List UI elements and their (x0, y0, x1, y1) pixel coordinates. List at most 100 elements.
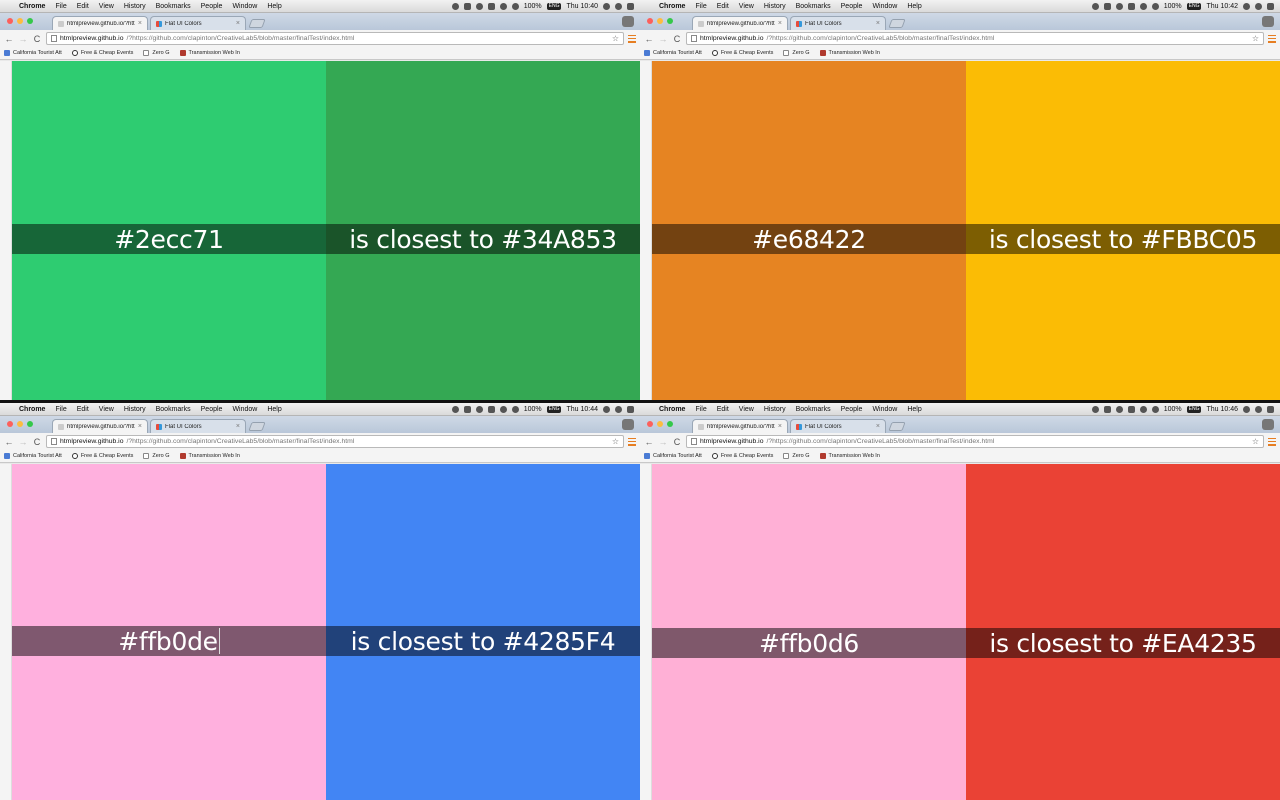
new-tab-button[interactable] (888, 422, 906, 431)
menu-help[interactable]: Help (262, 406, 286, 413)
address-bar[interactable]: htmlpreview.github.io/?https://github.co… (46, 435, 624, 448)
menu-edit[interactable]: Edit (712, 3, 734, 10)
reload-button[interactable]: C (672, 34, 682, 44)
time-machine-icon[interactable] (1139, 2, 1147, 10)
tab-flat-ui-colors[interactable]: Flat UI Colors × (150, 419, 246, 433)
menu-view[interactable]: View (734, 406, 759, 413)
address-bar[interactable]: htmlpreview.github.io/?https://github.co… (46, 32, 624, 45)
profile-icon[interactable] (622, 419, 634, 430)
app-menu[interactable]: Chrome (14, 3, 50, 10)
spotlight-icon[interactable] (1255, 2, 1262, 10)
tab-htmlpreview[interactable]: htmlpreview.github.io/?http × (692, 16, 788, 30)
minimize-window-icon[interactable] (657, 18, 663, 24)
zoom-window-icon[interactable] (27, 421, 33, 427)
tab-htmlpreview[interactable]: htmlpreview.github.io/?http × (52, 419, 148, 433)
input-color-field[interactable]: #ffb0d6 (652, 628, 966, 658)
cloud-icon[interactable] (1091, 2, 1099, 10)
bookmark-star-icon[interactable]: ☆ (1252, 437, 1259, 446)
bookmark-transmission[interactable]: Transmission Web In (819, 50, 880, 56)
back-button[interactable]: ← (644, 34, 654, 44)
close-tab-icon[interactable]: × (236, 423, 240, 430)
menu-history[interactable]: History (759, 3, 791, 10)
menu-people[interactable]: People (836, 3, 868, 10)
menu-view[interactable]: View (94, 406, 119, 413)
spotlight-icon[interactable] (615, 405, 622, 413)
menu-file[interactable]: File (50, 3, 71, 10)
app-menu[interactable]: Chrome (654, 406, 690, 413)
bookmark-free-cheap-events[interactable]: Free & Cheap Events (71, 50, 133, 56)
menu-people[interactable]: People (196, 406, 228, 413)
bookmark-free-cheap-events[interactable]: Free & Cheap Events (711, 50, 773, 56)
reload-button[interactable]: C (32, 34, 42, 44)
bookmark-transmission[interactable]: Transmission Web In (179, 453, 240, 459)
bookmark-california-tourist[interactable]: California Tourist Att (4, 50, 62, 56)
battery-icon[interactable]: ENG (1186, 405, 1202, 413)
menu-help[interactable]: Help (902, 406, 926, 413)
wifi-icon[interactable] (511, 2, 519, 10)
close-tab-icon[interactable]: × (138, 20, 142, 27)
spotlight-icon[interactable] (615, 2, 622, 10)
close-window-icon[interactable] (7, 421, 13, 427)
cloud-icon[interactable] (1091, 405, 1099, 413)
clock[interactable]: Thu 10:42 (1206, 3, 1238, 10)
menu-window[interactable]: Window (867, 3, 902, 10)
reload-button[interactable]: C (672, 437, 682, 447)
notification-center-icon[interactable] (627, 405, 634, 413)
zoom-window-icon[interactable] (667, 421, 673, 427)
wifi-icon[interactable] (511, 405, 519, 413)
bookmark-transmission[interactable]: Transmission Web In (819, 453, 880, 459)
close-tab-icon[interactable]: × (778, 20, 782, 27)
menu-edit[interactable]: Edit (72, 3, 94, 10)
menu-bookmarks[interactable]: Bookmarks (791, 3, 836, 10)
close-window-icon[interactable] (7, 18, 13, 24)
user-icon[interactable] (603, 2, 610, 10)
new-tab-button[interactable] (248, 422, 266, 431)
profile-icon[interactable] (622, 16, 634, 27)
airplay-icon[interactable] (1127, 2, 1135, 10)
time-machine-icon[interactable] (499, 2, 507, 10)
menu-file[interactable]: File (50, 406, 71, 413)
bookmark-free-cheap-events[interactable]: Free & Cheap Events (71, 453, 133, 459)
user-icon[interactable] (1243, 2, 1250, 10)
chrome-menu-icon[interactable] (628, 34, 636, 43)
minimize-window-icon[interactable] (657, 421, 663, 427)
airplay-icon[interactable] (487, 405, 495, 413)
input-color-field[interactable]: #2ecc71 (12, 224, 326, 254)
airplay-icon[interactable] (487, 2, 495, 10)
menu-edit[interactable]: Edit (712, 406, 734, 413)
menu-bookmarks[interactable]: Bookmarks (791, 406, 836, 413)
back-button[interactable]: ← (4, 437, 14, 447)
close-window-icon[interactable] (647, 18, 653, 24)
wifi-icon[interactable] (1151, 405, 1159, 413)
sync-icon[interactable] (475, 405, 483, 413)
zoom-window-icon[interactable] (27, 18, 33, 24)
close-tab-icon[interactable]: × (876, 423, 880, 430)
tab-flat-ui-colors[interactable]: Flat UI Colors × (790, 419, 886, 433)
sync-icon[interactable] (1115, 405, 1123, 413)
back-button[interactable]: ← (4, 34, 14, 44)
drive-icon[interactable] (1103, 405, 1111, 413)
bookmark-transmission[interactable]: Transmission Web In (179, 50, 240, 56)
battery-icon[interactable]: ENG (1186, 2, 1202, 10)
chrome-menu-icon[interactable] (628, 437, 636, 446)
profile-icon[interactable] (1262, 16, 1274, 27)
user-icon[interactable] (603, 405, 610, 413)
menu-history[interactable]: History (119, 406, 151, 413)
menu-history[interactable]: History (119, 3, 151, 10)
tab-htmlpreview[interactable]: htmlpreview.github.io/?http × (692, 419, 788, 433)
menu-window[interactable]: Window (227, 406, 262, 413)
bookmark-star-icon[interactable]: ☆ (1252, 34, 1259, 43)
clock[interactable]: Thu 10:40 (566, 3, 598, 10)
bookmark-star-icon[interactable]: ☆ (612, 34, 619, 43)
close-tab-icon[interactable]: × (876, 20, 880, 27)
forward-button[interactable]: → (18, 34, 28, 44)
bookmark-free-cheap-events[interactable]: Free & Cheap Events (711, 453, 773, 459)
bookmark-california-tourist[interactable]: California Tourist Att (644, 50, 702, 56)
sync-icon[interactable] (475, 2, 483, 10)
battery-icon[interactable]: ENG (546, 2, 562, 10)
menu-file[interactable]: File (690, 406, 711, 413)
chrome-menu-icon[interactable] (1268, 437, 1276, 446)
bookmark-zero-g[interactable]: Zero G (783, 453, 810, 459)
clock[interactable]: Thu 10:44 (566, 406, 598, 413)
wifi-icon[interactable] (1151, 2, 1159, 10)
